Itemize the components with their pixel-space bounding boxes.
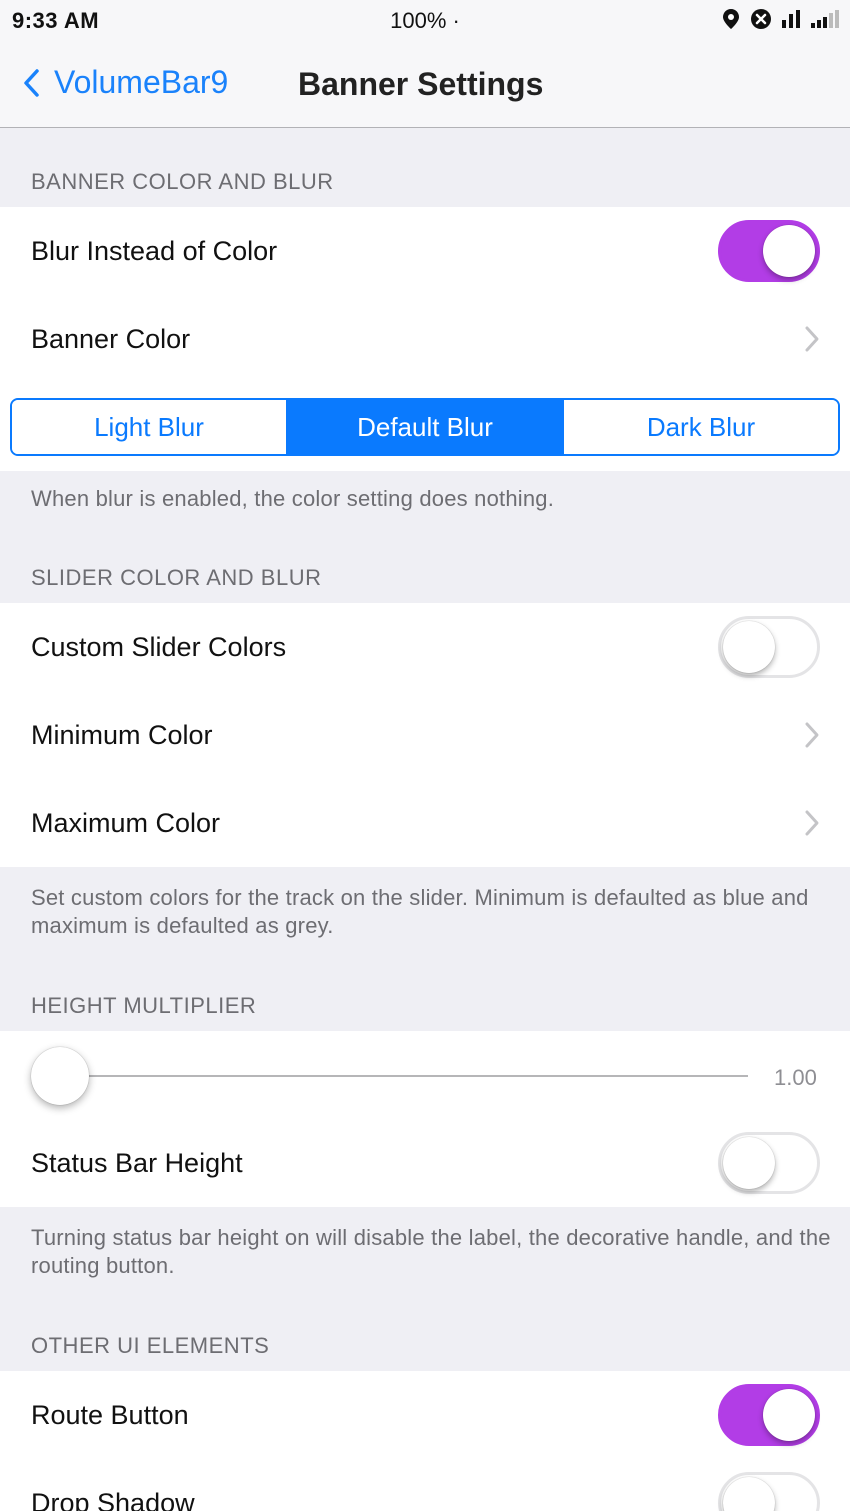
- height-footer-note: Turning status bar height on will disabl…: [31, 1225, 831, 1278]
- section-header-banner: BANNER COLOR AND BLUR: [31, 169, 334, 194]
- section-header-other: OTHER UI ELEMENTS: [31, 1333, 270, 1358]
- section-header-slider: SLIDER COLOR AND BLUR: [31, 565, 322, 590]
- segment-default-blur[interactable]: Default Blur: [286, 400, 562, 454]
- drop-shadow-label: Drop Shadow: [31, 1487, 195, 1511]
- page-title: Banner Settings: [298, 66, 544, 102]
- custom-slider-colors-toggle[interactable]: [718, 616, 820, 678]
- signal-bars-icon: [782, 10, 800, 28]
- slider-footer-note: Set custom colors for the track on the s…: [31, 885, 809, 938]
- slider-settings-group: Custom Slider Colors Minimum Color Maxim…: [0, 603, 850, 867]
- back-button-label: VolumeBar9: [54, 64, 229, 100]
- other-settings-group: Route Button Drop Shadow: [0, 1371, 850, 1511]
- chevron-right-icon: [805, 810, 819, 836]
- banner-color-label: Banner Color: [31, 323, 191, 354]
- route-button-label: Route Button: [31, 1399, 189, 1430]
- row-minimum-color[interactable]: Minimum Color: [0, 691, 850, 779]
- back-button[interactable]: VolumeBar9: [22, 64, 228, 101]
- cellular-signal-icon: [811, 10, 839, 28]
- segment-light-blur[interactable]: Light Blur: [12, 400, 286, 454]
- height-settings-group: 1.00 Status Bar Height: [0, 1031, 850, 1207]
- row-custom-slider-colors: Custom Slider Colors: [0, 603, 850, 691]
- toggle-knob: [723, 621, 775, 673]
- route-button-toggle[interactable]: [718, 1384, 820, 1446]
- chevron-right-icon: [805, 326, 819, 352]
- row-blur-instead-of-color: Blur Instead of Color: [0, 207, 850, 295]
- toggle-knob: [723, 1477, 775, 1511]
- status-bar-height-toggle[interactable]: [718, 1132, 820, 1194]
- toggle-knob: [763, 1389, 815, 1441]
- banner-footer-note: When blur is enabled, the color setting …: [31, 486, 555, 511]
- navigation-bar: VolumeBar9 Banner Settings: [0, 42, 850, 128]
- custom-slider-colors-label: Custom Slider Colors: [31, 631, 287, 662]
- blur-instead-label: Blur Instead of Color: [31, 235, 278, 266]
- toggle-knob: [763, 225, 815, 277]
- row-maximum-color[interactable]: Maximum Color: [0, 779, 850, 867]
- height-multiplier-slider[interactable]: 1.00: [0, 1031, 850, 1119]
- minimum-color-label: Minimum Color: [31, 719, 213, 750]
- close-circle-icon: [751, 9, 771, 29]
- row-drop-shadow: Drop Shadow: [0, 1459, 850, 1511]
- chevron-left-icon: [24, 68, 39, 97]
- chevron-right-icon: [805, 722, 819, 748]
- toggle-knob: [723, 1137, 775, 1189]
- slider-track: [60, 1075, 748, 1077]
- status-bar: 9:33 AM 100% ·: [0, 0, 850, 42]
- status-icons: [720, 8, 840, 30]
- row-status-bar-height: Status Bar Height: [0, 1119, 850, 1207]
- slider-value: 1.00: [774, 1065, 817, 1090]
- row-route-button: Route Button: [0, 1371, 850, 1459]
- maximum-color-label: Maximum Color: [31, 807, 221, 838]
- status-bar-height-label: Status Bar Height: [31, 1147, 243, 1178]
- slider-thumb[interactable]: [31, 1047, 89, 1105]
- row-banner-color[interactable]: Banner Color: [0, 295, 850, 383]
- location-icon: [723, 9, 739, 29]
- section-header-height: HEIGHT MULTIPLIER: [31, 993, 257, 1018]
- blur-style-segmented-control: Light Blur Default Blur Dark Blur: [10, 398, 840, 456]
- segment-dark-blur[interactable]: Dark Blur: [562, 400, 838, 454]
- blur-instead-toggle[interactable]: [718, 220, 820, 282]
- drop-shadow-toggle[interactable]: [718, 1472, 820, 1511]
